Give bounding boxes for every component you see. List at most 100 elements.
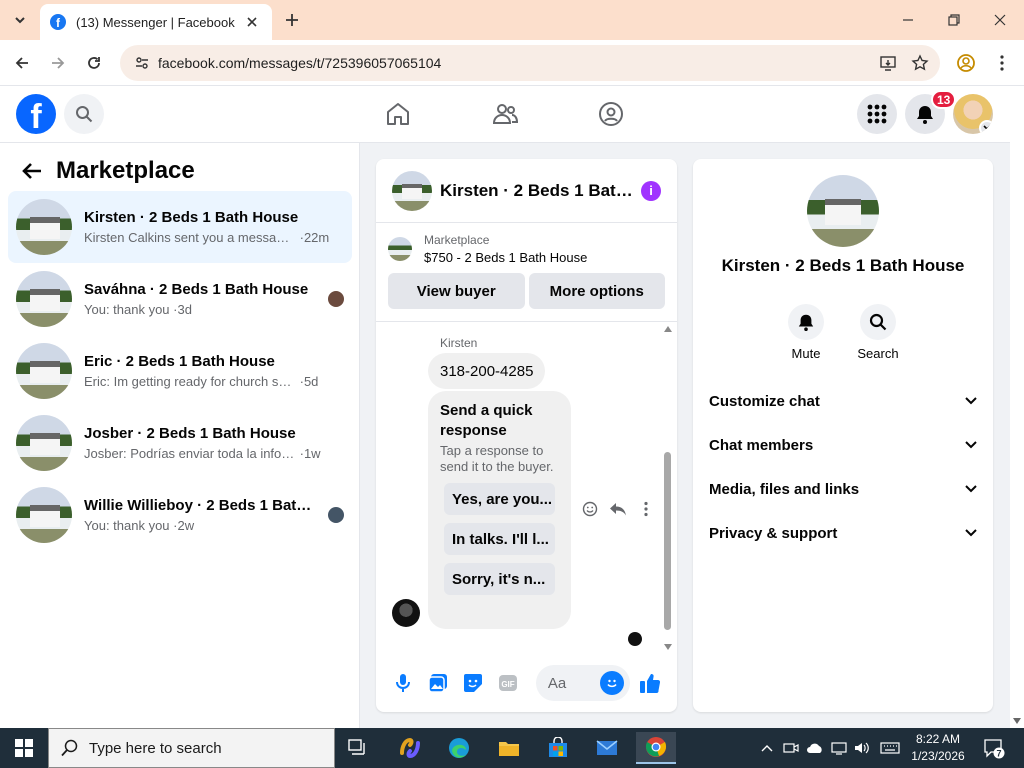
quick-reply-button[interactable]: Yes, are you...	[444, 483, 555, 515]
back-arrow-icon[interactable]	[20, 159, 44, 183]
notification-center-icon[interactable]: 7	[982, 736, 1006, 760]
info-avatar[interactable]	[807, 175, 879, 247]
chat-avatar[interactable]	[392, 170, 432, 211]
listing-title: $750 - 2 Beds 1 Bath House	[424, 250, 588, 265]
message-thread[interactable]: Kirsten 318-200-4285 Send a quick respon…	[376, 322, 677, 656]
conversation-item[interactable]: Saváhna · 2 Beds 1 Bath House You: thank…	[8, 263, 352, 335]
quick-reply-button[interactable]: Sorry, it's n...	[444, 563, 555, 595]
mail-icon[interactable]	[587, 732, 627, 764]
omnibox[interactable]: facebook.com/messages/t/725396057065104	[120, 45, 940, 81]
account-avatar[interactable]	[953, 94, 993, 134]
customize-chat-section[interactable]: Customize chat	[709, 383, 977, 419]
gif-icon[interactable]: GIF	[497, 671, 520, 695]
search-label: Search	[857, 346, 899, 361]
browser-menu-icon[interactable]	[991, 52, 1013, 74]
back-icon[interactable]	[11, 52, 33, 74]
install-app-icon[interactable]	[876, 51, 900, 75]
info-name: Kirsten · 2 Beds 1 Bath House	[721, 256, 965, 275]
friends-icon[interactable]	[491, 100, 519, 128]
conversation-preview: You: thank you	[84, 302, 170, 317]
react-emoji-icon[interactable]	[580, 499, 600, 519]
reply-icon[interactable]	[608, 499, 628, 519]
listing-summary[interactable]: Marketplace $750 - 2 Beds 1 Bath House	[376, 223, 677, 265]
sender-name: Kirsten	[440, 336, 478, 350]
chat-members-section[interactable]: Chat members	[709, 427, 977, 463]
site-info-icon[interactable]	[130, 51, 154, 75]
file-explorer-icon[interactable]	[489, 732, 529, 764]
quick-response-title: Send a quick response	[440, 402, 533, 439]
conversation-name: Josber · 2 Beds 1 Bath House	[84, 425, 296, 442]
quick-response-subtitle: Tap a response to send it to the buyer.	[440, 443, 554, 474]
minimize-icon[interactable]	[898, 10, 918, 30]
emoji-icon[interactable]	[600, 671, 625, 695]
quick-response-card: Send a quick response Tap a response to …	[428, 391, 571, 629]
sticker-icon[interactable]	[462, 671, 485, 695]
microphone-icon[interactable]	[392, 671, 415, 695]
volume-icon[interactable]	[852, 738, 872, 758]
windows-start-icon[interactable]	[0, 728, 48, 768]
browser-tab-messenger[interactable]: f (13) Messenger | Facebook	[40, 4, 272, 40]
close-tab-icon[interactable]	[242, 12, 262, 32]
chrome-icon[interactable]	[636, 732, 676, 764]
copilot-icon[interactable]	[390, 732, 430, 764]
chat-header: Kirsten · 2 Beds 1 Bath House i	[376, 159, 677, 223]
groups-icon[interactable]	[597, 100, 625, 128]
microsoft-store-icon[interactable]	[538, 732, 578, 764]
info-icon[interactable]: i	[641, 180, 661, 201]
more-actions-icon[interactable]	[636, 499, 656, 519]
conversation-item[interactable]: Josber · 2 Beds 1 Bath House Josber: Pod…	[8, 407, 352, 479]
bookmark-star-icon[interactable]	[908, 51, 932, 75]
tab-search-dropdown-icon[interactable]	[8, 8, 32, 32]
message-bubble[interactable]: 318-200-4285	[428, 353, 546, 389]
profile-icon[interactable]	[955, 52, 977, 74]
media-files-links-section[interactable]: Media, files and links	[709, 471, 977, 507]
thumbs-up-icon[interactable]	[638, 671, 661, 695]
thread-scrollbar[interactable]	[663, 322, 673, 656]
read-receipt-avatar	[328, 507, 344, 523]
more-options-button[interactable]: More options	[528, 273, 665, 309]
quick-reply-button[interactable]: In talks. I'll l...	[444, 523, 555, 555]
reload-icon[interactable]	[83, 52, 105, 74]
edge-icon[interactable]	[439, 732, 479, 764]
chat-title[interactable]: Kirsten · 2 Beds 1 Bath House	[440, 181, 633, 201]
new-tab-icon[interactable]	[282, 10, 302, 30]
chevron-up-icon[interactable]	[757, 738, 777, 758]
conversation-item[interactable]: Willie Willieboy · 2 Beds 1 Bath ... You…	[8, 479, 352, 551]
taskbar-search-placeholder: Type here to search	[89, 739, 222, 757]
page-scrollbar[interactable]	[1010, 86, 1024, 728]
menu-grid-button[interactable]	[857, 94, 897, 134]
onedrive-icon[interactable]	[805, 738, 825, 758]
meet-now-icon[interactable]	[781, 738, 801, 758]
view-buyer-button[interactable]: View buyer	[388, 273, 525, 309]
search-conversation-button[interactable]: Search	[848, 304, 908, 361]
mute-button[interactable]: Mute	[776, 304, 836, 361]
conversation-time: 3d	[177, 302, 192, 317]
forward-icon[interactable]	[47, 52, 69, 74]
restore-icon[interactable]	[944, 10, 964, 30]
conversation-time: 1w	[303, 446, 321, 461]
close-window-icon[interactable]	[990, 10, 1010, 30]
scroll-up-arrow[interactable]	[664, 326, 672, 332]
scrollbar-thumb[interactable]	[664, 452, 671, 630]
privacy-support-section[interactable]: Privacy & support	[709, 515, 977, 551]
conversation-item[interactable]: Kirsten · 2 Beds 1 Bath House Kirsten Ca…	[8, 191, 352, 263]
photo-icon[interactable]	[427, 671, 450, 695]
conversation-preview: You: thank you	[84, 518, 170, 533]
keyboard-icon[interactable]	[880, 738, 900, 758]
scroll-down-arrow[interactable]	[664, 644, 672, 650]
system-clock[interactable]: 8:22 AM 1/23/2026	[906, 731, 970, 765]
home-icon[interactable]	[384, 100, 412, 128]
facebook-header: f 13	[0, 86, 1010, 143]
url-text[interactable]: facebook.com/messages/t/725396057065104	[158, 55, 876, 71]
notification-count: 7	[996, 749, 1001, 759]
conversation-item[interactable]: Eric · 2 Beds 1 Bath House Eric: Im gett…	[8, 335, 352, 407]
conversation-list-panel: Marketplace Kirsten · 2 Beds 1 Bath Hous…	[0, 143, 360, 728]
scroll-down-arrow[interactable]	[1013, 718, 1021, 724]
facebook-search-button[interactable]	[64, 94, 104, 134]
facebook-logo[interactable]: f	[16, 94, 56, 134]
message-input[interactable]: Aa	[535, 665, 631, 701]
conversation-name: Kirsten · 2 Beds 1 Bath House	[84, 209, 299, 226]
taskbar-search[interactable]: Type here to search	[48, 728, 335, 768]
network-icon[interactable]	[829, 738, 849, 758]
task-view-icon[interactable]	[338, 732, 378, 764]
